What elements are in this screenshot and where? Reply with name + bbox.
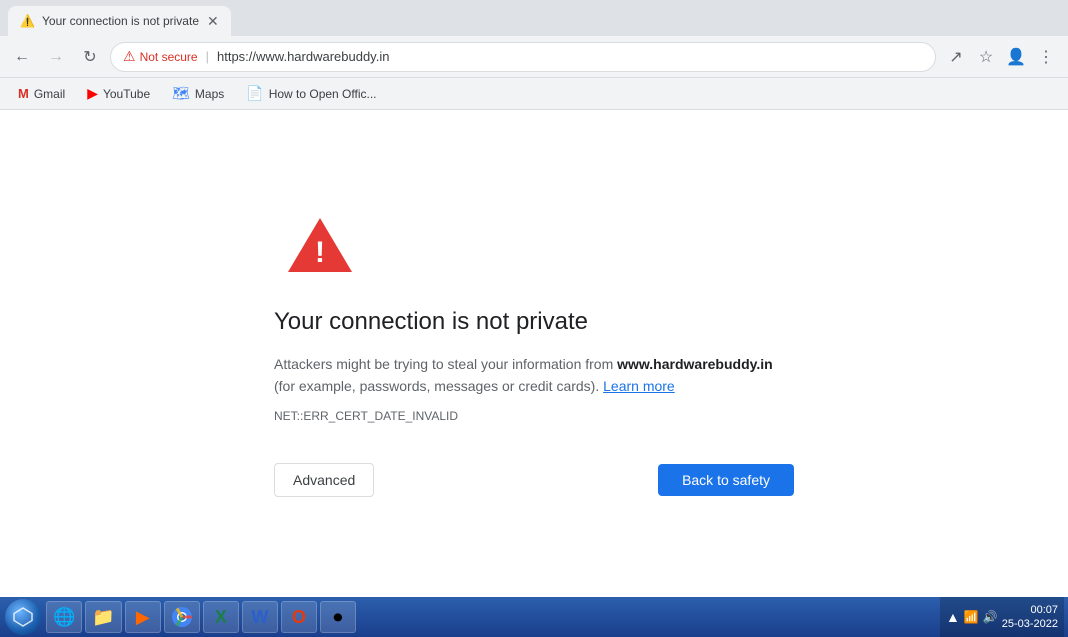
not-secure-label: Not secure (140, 50, 198, 64)
warning-triangle-icon: ! (284, 210, 356, 282)
taskbar-chrome-icon[interactable] (164, 601, 200, 633)
address-bar-row: ← → ↻ ⚠ Not secure | https://www.hardwar… (0, 36, 1068, 78)
gmail-icon: M (18, 86, 29, 101)
clock-time: 00:07 (1030, 603, 1058, 617)
active-tab[interactable]: ⚠️ Your connection is not private ✕ (8, 6, 231, 36)
tray-network-icon: 📶 (964, 610, 979, 624)
bookmark-howto-label: How to Open Offic... (269, 87, 377, 101)
bookmark-gmail-label: Gmail (34, 87, 65, 101)
buttons-row: Advanced Back to safety (274, 463, 794, 497)
bookmark-youtube-label: YouTube (103, 87, 150, 101)
page-content: ! Your connection is not private Attacke… (0, 110, 1068, 597)
error-code: NET::ERR_CERT_DATE_INVALID (274, 409, 458, 423)
browser-frame: ⚠️ Your connection is not private ✕ ← → … (0, 0, 1068, 637)
advanced-button[interactable]: Advanced (274, 463, 374, 497)
url-divider: | (206, 49, 209, 64)
description-prefix: Attackers might be trying to steal your … (274, 356, 617, 372)
taskbar-explorer-icon[interactable]: 📁 (85, 601, 121, 633)
tray-icons: ▲ 📶 🔊 (946, 609, 998, 625)
menu-button[interactable]: ⋮ (1032, 43, 1060, 71)
error-domain: www.hardwarebuddy.in (617, 356, 773, 372)
svg-text:!: ! (315, 236, 325, 269)
bookmark-maps-label: Maps (195, 87, 224, 101)
address-bar-actions: ↗ ☆ 👤 ⋮ (942, 43, 1060, 71)
youtube-icon: ▶ (87, 85, 98, 102)
start-orb-icon (5, 599, 41, 635)
profile-button[interactable]: 👤 (1002, 43, 1030, 71)
learn-more-link[interactable]: Learn more (603, 378, 675, 394)
taskbar-excel-icon[interactable]: X (203, 601, 239, 633)
description-suffix: (for example, passwords, messages or cre… (274, 378, 599, 394)
taskbar-record-icon[interactable]: ⏺ (320, 601, 356, 633)
back-button[interactable]: ← (8, 43, 36, 71)
error-title: Your connection is not private (274, 306, 588, 337)
taskbar-ie-icon[interactable]: 🌐 (46, 601, 82, 633)
tab-favicon: ⚠️ (20, 14, 34, 28)
taskbar-media-icon[interactable]: ▶ (125, 601, 161, 633)
tab-bar: ⚠️ Your connection is not private ✕ (0, 0, 1068, 36)
bookmark-gmail[interactable]: M Gmail (10, 83, 73, 104)
taskbar-opera-icon[interactable]: O (281, 601, 317, 633)
tray-clock[interactable]: 00:07 25-03-2022 (1002, 603, 1058, 632)
error-container: ! Your connection is not private Attacke… (254, 190, 814, 518)
back-to-safety-button[interactable]: Back to safety (658, 464, 794, 496)
error-description: Attackers might be trying to steal your … (274, 353, 794, 398)
reload-button[interactable]: ↻ (76, 43, 104, 71)
share-button[interactable]: ↗ (942, 43, 970, 71)
bookmark-maps[interactable]: 🗺 Maps (164, 82, 232, 105)
taskbar-items: 🌐 📁 ▶ (46, 601, 936, 633)
address-bar[interactable]: ⚠ Not secure | https://www.hardwarebuddy… (110, 42, 936, 72)
bookmark-howto[interactable]: 📄 How to Open Offic... (238, 82, 384, 105)
clock-date: 25-03-2022 (1002, 617, 1058, 631)
taskbar-tray: ▲ 📶 🔊 00:07 25-03-2022 (940, 597, 1064, 637)
tab-title: Your connection is not private (42, 14, 199, 28)
not-secure-badge: ⚠ Not secure (123, 48, 198, 65)
howto-icon: 📄 (246, 85, 263, 102)
bookmark-youtube[interactable]: ▶ YouTube (79, 82, 158, 105)
tray-volume-icon[interactable]: 🔊 (983, 610, 998, 624)
tab-close-button[interactable]: ✕ (207, 13, 219, 30)
bookmarks-bar: M Gmail ▶ YouTube 🗺 Maps 📄 How to Open O… (0, 78, 1068, 110)
forward-button[interactable]: → (42, 43, 70, 71)
start-button[interactable] (4, 598, 42, 636)
maps-icon: 🗺 (172, 85, 190, 102)
bookmark-button[interactable]: ☆ (972, 43, 1000, 71)
taskbar-word-icon[interactable]: W (242, 601, 278, 633)
tray-arrow-icon[interactable]: ▲ (946, 609, 960, 625)
taskbar: 🌐 📁 ▶ (0, 597, 1068, 637)
url-text: https://www.hardwarebuddy.in (217, 49, 389, 64)
warning-icon: ⚠ (123, 48, 136, 65)
